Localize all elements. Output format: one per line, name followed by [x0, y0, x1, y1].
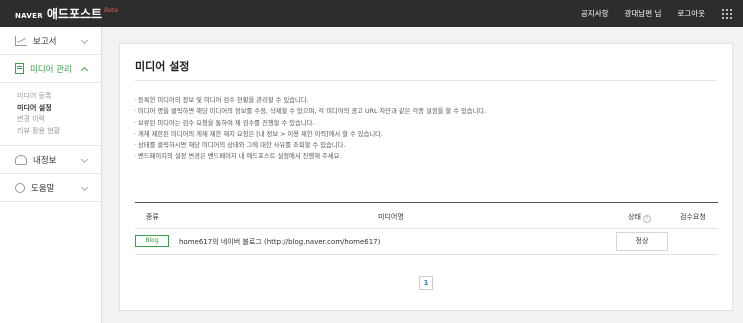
help-icon [15, 182, 25, 193]
submenu-media-settings[interactable]: 미디어 설정 [17, 103, 101, 115]
naver-logo: NAVER [15, 12, 43, 20]
chevron-down-icon [80, 155, 89, 164]
sidebar-item-label: 보고서 [33, 36, 57, 47]
page-title: 미디어 설정 [135, 60, 190, 73]
media-document-icon [15, 63, 24, 74]
table-row: Blog home617의 네이버 블로그 (http://blog.naver… [135, 229, 718, 255]
sidebar-item-help[interactable]: 도움말 [0, 174, 101, 202]
submenu-change-history[interactable]: 변경 이력 [17, 114, 101, 126]
header-status-label: 상태 [628, 213, 641, 221]
guide-note: · 상태를 클릭하시면 해당 미디어의 상태와 그에 대한 사유를 조회할 수 … [134, 142, 346, 150]
notice-link[interactable]: 공지사항 [581, 8, 609, 19]
sidebar: 보고서 미디어 관리 미디어 등록 미디어 설정 변경 이력 리뷰 활용 현황 … [0, 27, 102, 323]
media-name-link[interactable]: home617의 네이버 블로그 (http://blog.naver.com/… [179, 237, 380, 247]
header-type: 종류 [146, 213, 159, 221]
chevron-up-icon [80, 66, 89, 75]
guide-note: · 미디어 명을 클릭하면 해당 미디어의 정보를 수정, 삭제할 수 있으며,… [134, 108, 487, 116]
guide-note: · 보류된 미디어는 검수 요청을 통하여 재 검수를 진행할 수 있습니다. [134, 119, 315, 127]
sidebar-item-media-management[interactable]: 미디어 관리 [0, 55, 101, 83]
app-grid-icon[interactable] [722, 9, 732, 19]
user-icon [15, 154, 27, 165]
table-header: 종류 미디어명 상태? 검수요청 [135, 202, 718, 229]
sidebar-item-label: 도움말 [31, 183, 55, 194]
media-type-badge: Blog [135, 235, 169, 247]
beta-tag: Beta [104, 7, 118, 14]
status-button[interactable]: 정상 [616, 232, 668, 251]
header-review-request: 검수요청 [680, 213, 706, 221]
header-media-name: 미디어명 [378, 213, 404, 221]
brand-logo[interactable]: NAVER 애드포스트 Beta [15, 5, 118, 22]
user-name-link[interactable]: 광대남편 님 [625, 8, 662, 19]
media-table: 종류 미디어명 상태? 검수요청 Blog home617의 네이버 블로그 (… [135, 202, 718, 255]
media-submenu: 미디어 등록 미디어 설정 변경 이력 리뷰 활용 현황 [0, 83, 101, 146]
sidebar-item-my-info[interactable]: 내정보 [0, 146, 101, 174]
report-chart-icon [15, 35, 27, 46]
guide-note: · 밴드페이지의 설정 변경은 밴드페이지 내 애드포스트 설정에서 진행해 주… [134, 153, 342, 161]
sidebar-item-report[interactable]: 보고서 [0, 27, 101, 55]
sidebar-item-label: 미디어 관리 [30, 64, 72, 75]
guide-notes: · 등록한 미디어의 정보 및 미디어 검수 현황을 관리할 수 있습니다. ·… [134, 95, 486, 163]
pagination-page-1[interactable]: 1 [419, 276, 433, 290]
top-bar: NAVER 애드포스트 Beta 공지사항 광대남편 님 로그아웃 [0, 0, 743, 27]
product-name: 애드포스트 [46, 7, 103, 21]
submenu-media-register[interactable]: 미디어 등록 [17, 91, 101, 103]
guide-note: · 등록한 미디어의 정보 및 미디어 검수 현황을 관리할 수 있습니다. [134, 97, 309, 104]
logout-link[interactable]: 로그아웃 [677, 8, 705, 19]
top-nav: 공지사항 광대남편 님 로그아웃 [565, 0, 705, 27]
header-status: 상태? [628, 212, 651, 223]
chevron-down-icon [80, 183, 89, 192]
chevron-down-icon [80, 36, 89, 45]
submenu-review-status[interactable]: 리뷰 활용 현황 [17, 126, 101, 138]
guide-note: · 게재 제한된 미디어의 게재 제한 해지 요청은 [내 정보 > 이용 제한… [134, 130, 383, 138]
sidebar-item-label: 내정보 [33, 155, 57, 166]
status-help-icon[interactable]: ? [642, 215, 651, 223]
title-divider [135, 80, 717, 81]
media-settings-panel: 미디어 설정 · 등록한 미디어의 정보 및 미디어 검수 현황을 관리할 수 … [119, 43, 733, 311]
